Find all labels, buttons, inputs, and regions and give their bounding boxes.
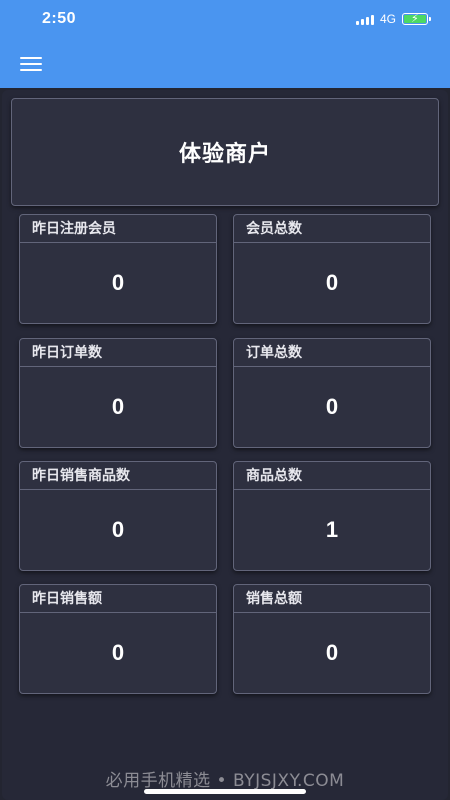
stat-label: 昨日订单数 bbox=[20, 339, 216, 367]
stat-value: 0 bbox=[325, 270, 339, 295]
stat-label: 商品总数 bbox=[234, 462, 430, 490]
stat-value: 1 bbox=[325, 517, 339, 542]
signal-icon bbox=[355, 13, 374, 25]
stat-label: 会员总数 bbox=[234, 215, 430, 243]
status-icons: 4G ⚡ bbox=[355, 11, 431, 27]
stat-label: 昨日销售商品数 bbox=[20, 462, 216, 490]
battery-charging-icon: ⚡ bbox=[402, 12, 431, 25]
stat-value: 0 bbox=[111, 517, 125, 542]
stat-card-total-sales[interactable]: 销售总额 0 bbox=[233, 584, 431, 694]
hamburger-menu-icon[interactable] bbox=[20, 57, 42, 71]
stat-card-yesterday-orders[interactable]: 昨日订单数 0 bbox=[19, 338, 217, 448]
stat-card-yesterday-members[interactable]: 昨日注册会员 0 bbox=[19, 214, 217, 324]
stat-card-yesterday-products-sold[interactable]: 昨日销售商品数 0 bbox=[19, 461, 217, 571]
status-time: 2:50 bbox=[42, 10, 77, 27]
stat-card-total-products[interactable]: 商品总数 1 bbox=[233, 461, 431, 571]
merchant-name: 体验商户 bbox=[178, 142, 271, 167]
watermark-text: 必用手机精选 • BYJSJXY.COM bbox=[105, 771, 345, 791]
stat-value: 0 bbox=[111, 394, 125, 419]
stat-value: 0 bbox=[111, 640, 125, 665]
stat-card-total-members[interactable]: 会员总数 0 bbox=[233, 214, 431, 324]
stat-label: 昨日销售额 bbox=[20, 585, 216, 613]
stat-value: 0 bbox=[111, 270, 125, 295]
stat-label: 昨日注册会员 bbox=[20, 215, 216, 243]
app-header: 2:50 4G ⚡ bbox=[0, 0, 450, 88]
stat-card-yesterday-sales[interactable]: 昨日销售额 0 bbox=[19, 584, 217, 694]
stat-card-total-orders[interactable]: 订单总数 0 bbox=[233, 338, 431, 448]
merchant-card: 体验商户 bbox=[11, 98, 439, 206]
network-type: 4G bbox=[379, 12, 396, 26]
stat-value: 0 bbox=[325, 640, 339, 665]
home-indicator[interactable] bbox=[144, 789, 306, 794]
stat-label: 订单总数 bbox=[234, 339, 430, 367]
stat-label: 销售总额 bbox=[234, 585, 430, 613]
stat-value: 0 bbox=[325, 394, 339, 419]
